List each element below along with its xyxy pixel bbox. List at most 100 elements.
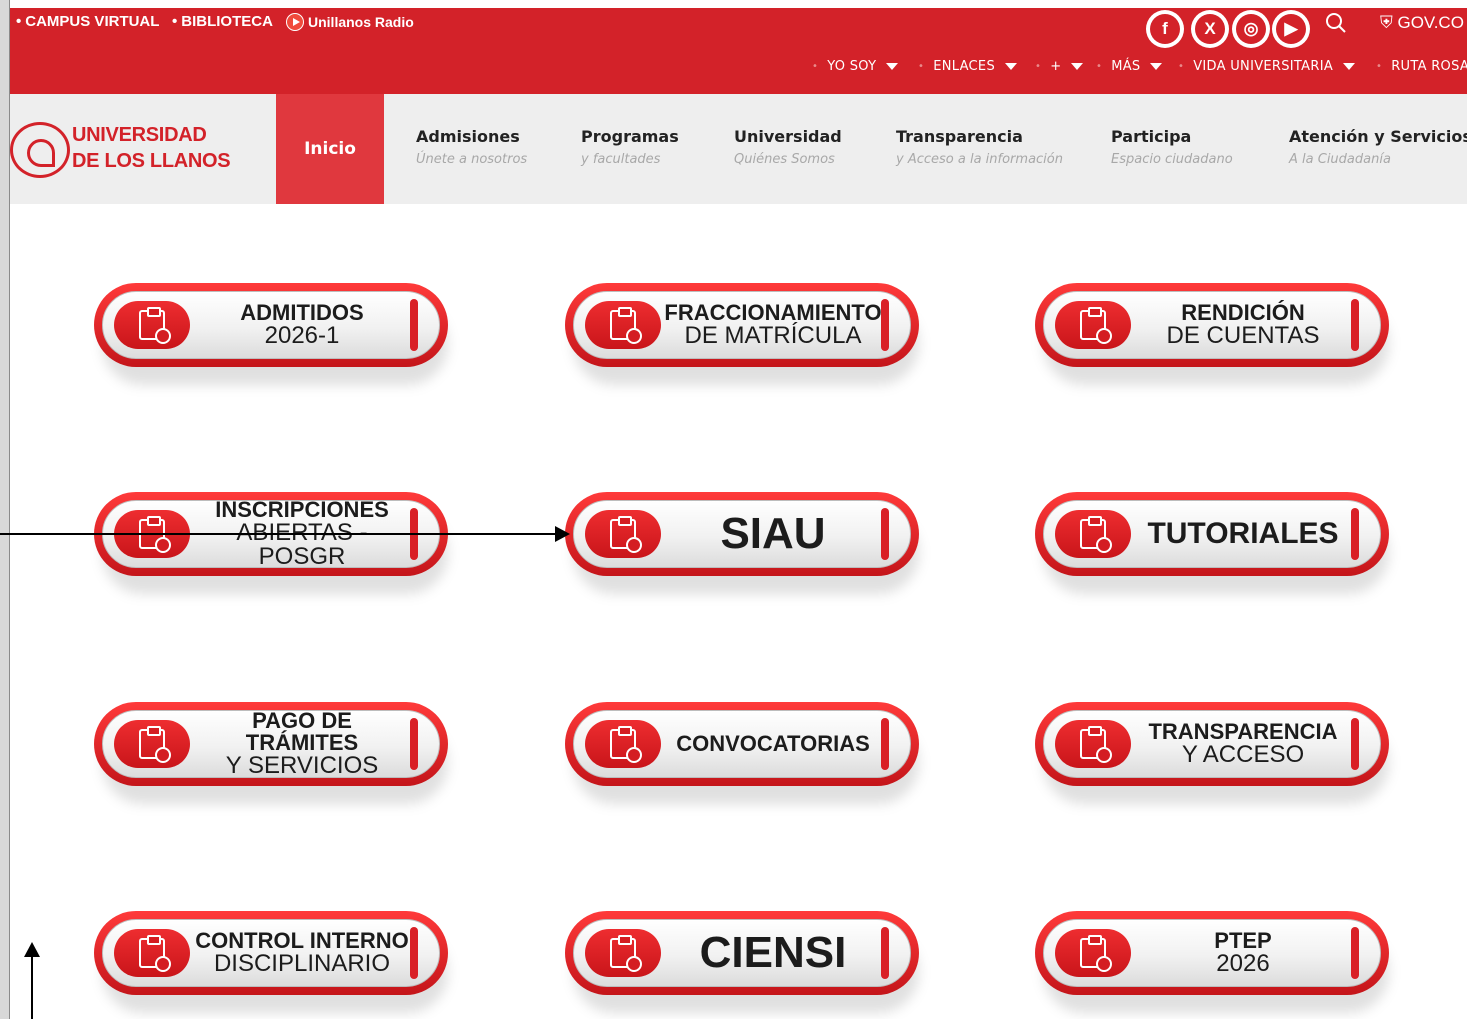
clipboard-icon <box>585 720 661 768</box>
button-label-line1: INSCRIPCIONES <box>215 497 389 522</box>
button-label-line1: PAGO DE TRÁMITES <box>245 708 359 755</box>
convocatorias-button[interactable]: CONVOCATORIAS <box>565 702 919 804</box>
nav-participa[interactable]: Participa Espacio ciudadano <box>1111 127 1233 167</box>
nav-universidad[interactable]: Universidad Quiénes Somos <box>734 127 842 167</box>
button-label-line1: FRACCIONAMIENTO <box>664 300 882 325</box>
caret-down-icon <box>1005 63 1017 70</box>
inscripciones-button[interactable]: INSCRIPCIONES ABIERTAS - POSGR <box>94 492 448 594</box>
rendicion-cuentas-button[interactable]: RENDICIÓN DE CUENTAS <box>1035 283 1389 385</box>
nav-transparencia[interactable]: Transparencia y Acceso a la información <box>896 127 1063 167</box>
button-label-line2: 2026 <box>1216 950 1270 977</box>
logo-emblem-icon <box>10 122 70 178</box>
instagram-icon[interactable]: ◎ <box>1232 10 1270 48</box>
button-label: PTEP 2026 <box>1135 921 1351 985</box>
campus-virtual-link[interactable]: • CAMPUS VIRTUAL <box>16 13 159 30</box>
button-label: CONTROL INTERNO DISCIPLINARIO <box>194 921 410 985</box>
button-accent-bar <box>881 927 889 979</box>
button-label-line1: ADMITIDOS <box>240 300 364 325</box>
radio-link[interactable]: Unillanos Radio <box>286 13 414 31</box>
button-accent-bar <box>881 299 889 351</box>
siau-button[interactable]: SIAU <box>565 492 919 594</box>
annotation-arrow-horizontal <box>0 526 570 542</box>
nav-inicio[interactable]: Inicio <box>276 94 384 204</box>
button-label-line1: TUTORIALES <box>1147 517 1339 550</box>
nav-ruta-rosa[interactable]: • RUTA ROSA <box>1376 59 1467 74</box>
button-label: ADMITIDOS 2026-1 <box>194 293 410 357</box>
nav-enlaces[interactable]: • ENLACES <box>918 59 1017 74</box>
ciensi-button[interactable]: CIENSI <box>565 911 919 1013</box>
nav-vida-universitaria[interactable]: • VIDA UNIVERSITARIA <box>1178 59 1356 74</box>
nav-plus[interactable]: • + <box>1035 59 1084 74</box>
left-window-edge <box>0 0 10 1019</box>
caret-down-icon <box>1071 63 1084 70</box>
button-label-line2: DISCIPLINARIO <box>213 950 391 977</box>
nav-yo-soy[interactable]: • YO SOY <box>812 59 899 74</box>
caret-down-icon <box>886 63 899 70</box>
button-label: FRACCIONAMIENTO DE MATRÍCULA <box>664 293 882 357</box>
pago-tramites-button[interactable]: PAGO DE TRÁMITES Y SERVICIOS <box>94 702 448 804</box>
transparencia-acceso-button[interactable]: TRANSPARENCIA Y ACCESO <box>1035 702 1389 804</box>
button-label: TUTORIALES <box>1135 502 1351 566</box>
facebook-icon[interactable]: f <box>1146 10 1184 48</box>
clipboard-icon <box>585 301 661 349</box>
youtube-icon[interactable]: ▶ <box>1272 10 1310 48</box>
admitidos-button[interactable]: ADMITIDOS 2026-1 <box>94 283 448 385</box>
button-label-line2: DE CUENTAS <box>1166 322 1320 349</box>
logo-text-line2: DE LOS LLANOS <box>72 150 231 172</box>
nav-programas[interactable]: Programas y facultades <box>581 127 679 167</box>
clipboard-icon <box>1055 510 1131 558</box>
clipboard-icon <box>1055 929 1131 977</box>
nav-mas[interactable]: • MÁS <box>1096 59 1163 74</box>
button-label-line1: CONTROL INTERNO <box>195 928 409 953</box>
gov-co-link[interactable]: ⛨ GOV.CO <box>1380 13 1464 33</box>
button-label: RENDICIÓN DE CUENTAS <box>1135 293 1351 357</box>
button-accent-bar <box>1351 299 1359 351</box>
clipboard-icon <box>114 301 190 349</box>
nav-admisiones[interactable]: Admisiones Únete a nosotros <box>416 127 527 167</box>
search-icon[interactable] <box>1324 11 1348 39</box>
x-icon[interactable]: X <box>1191 10 1229 48</box>
button-label-line1: TRANSPARENCIA <box>1148 719 1338 744</box>
button-label: PAGO DE TRÁMITES Y SERVICIOS <box>194 708 410 778</box>
button-label-line2: DE MATRÍCULA <box>684 322 862 349</box>
gov-shield-icon: ⛨ <box>1380 13 1398 32</box>
button-label-line2: ABIERTAS - POSGR <box>236 519 368 570</box>
clipboard-icon <box>585 929 661 977</box>
button-label-line1: RENDICIÓN <box>1181 300 1305 325</box>
clipboard-icon <box>114 929 190 977</box>
button-label-line1: CONVOCATORIAS <box>676 731 870 756</box>
button-label: SIAU <box>665 502 881 566</box>
button-label: CIENSI <box>665 921 881 985</box>
button-label-line1: CIENSI <box>699 928 847 977</box>
biblioteca-link[interactable]: • BIBLIOTECA <box>172 13 273 30</box>
clipboard-icon <box>114 720 190 768</box>
university-logo[interactable]: UNIVERSIDAD DE LOS LLANOS <box>10 120 231 178</box>
caret-down-icon <box>1343 63 1356 70</box>
logo-text-line1: UNIVERSIDAD <box>72 124 207 146</box>
fraccionamiento-button[interactable]: FRACCIONAMIENTO DE MATRÍCULA <box>565 283 919 385</box>
main-nav: UNIVERSIDAD DE LOS LLANOS Inicio Admisio… <box>10 94 1467 204</box>
button-label: TRANSPARENCIA Y ACCESO <box>1135 712 1351 776</box>
button-label: CONVOCATORIAS <box>665 712 881 776</box>
button-accent-bar <box>881 718 889 770</box>
button-accent-bar <box>1351 927 1359 979</box>
button-label-line2: Y ACCESO <box>1181 741 1305 768</box>
page: • CAMPUS VIRTUAL • BIBLIOTECA Unillanos Ra… <box>0 0 1467 1019</box>
tutoriales-button[interactable]: TUTORIALES <box>1035 492 1389 594</box>
control-interno-button[interactable]: CONTROL INTERNO DISCIPLINARIO <box>94 911 448 1013</box>
button-label-line2: 2026-1 <box>264 322 340 349</box>
button-label-line1: SIAU <box>720 509 826 558</box>
button-accent-bar <box>881 508 889 560</box>
button-accent-bar <box>410 927 418 979</box>
button-accent-bar <box>1351 508 1359 560</box>
top-bar: • CAMPUS VIRTUAL • BIBLIOTECA Unillanos Ra… <box>10 8 1467 94</box>
play-icon <box>286 13 304 31</box>
ptep-button[interactable]: PTEP 2026 <box>1035 911 1389 1013</box>
nav-atencion-servicios[interactable]: Atención y Servicios A la Ciudadanía <box>1289 127 1467 167</box>
button-label-line1: PTEP <box>1214 928 1272 953</box>
button-accent-bar <box>1351 718 1359 770</box>
clipboard-icon <box>1055 720 1131 768</box>
button-accent-bar <box>410 718 418 770</box>
clipboard-icon <box>585 510 661 558</box>
annotation-arrow-vertical <box>24 942 40 1019</box>
